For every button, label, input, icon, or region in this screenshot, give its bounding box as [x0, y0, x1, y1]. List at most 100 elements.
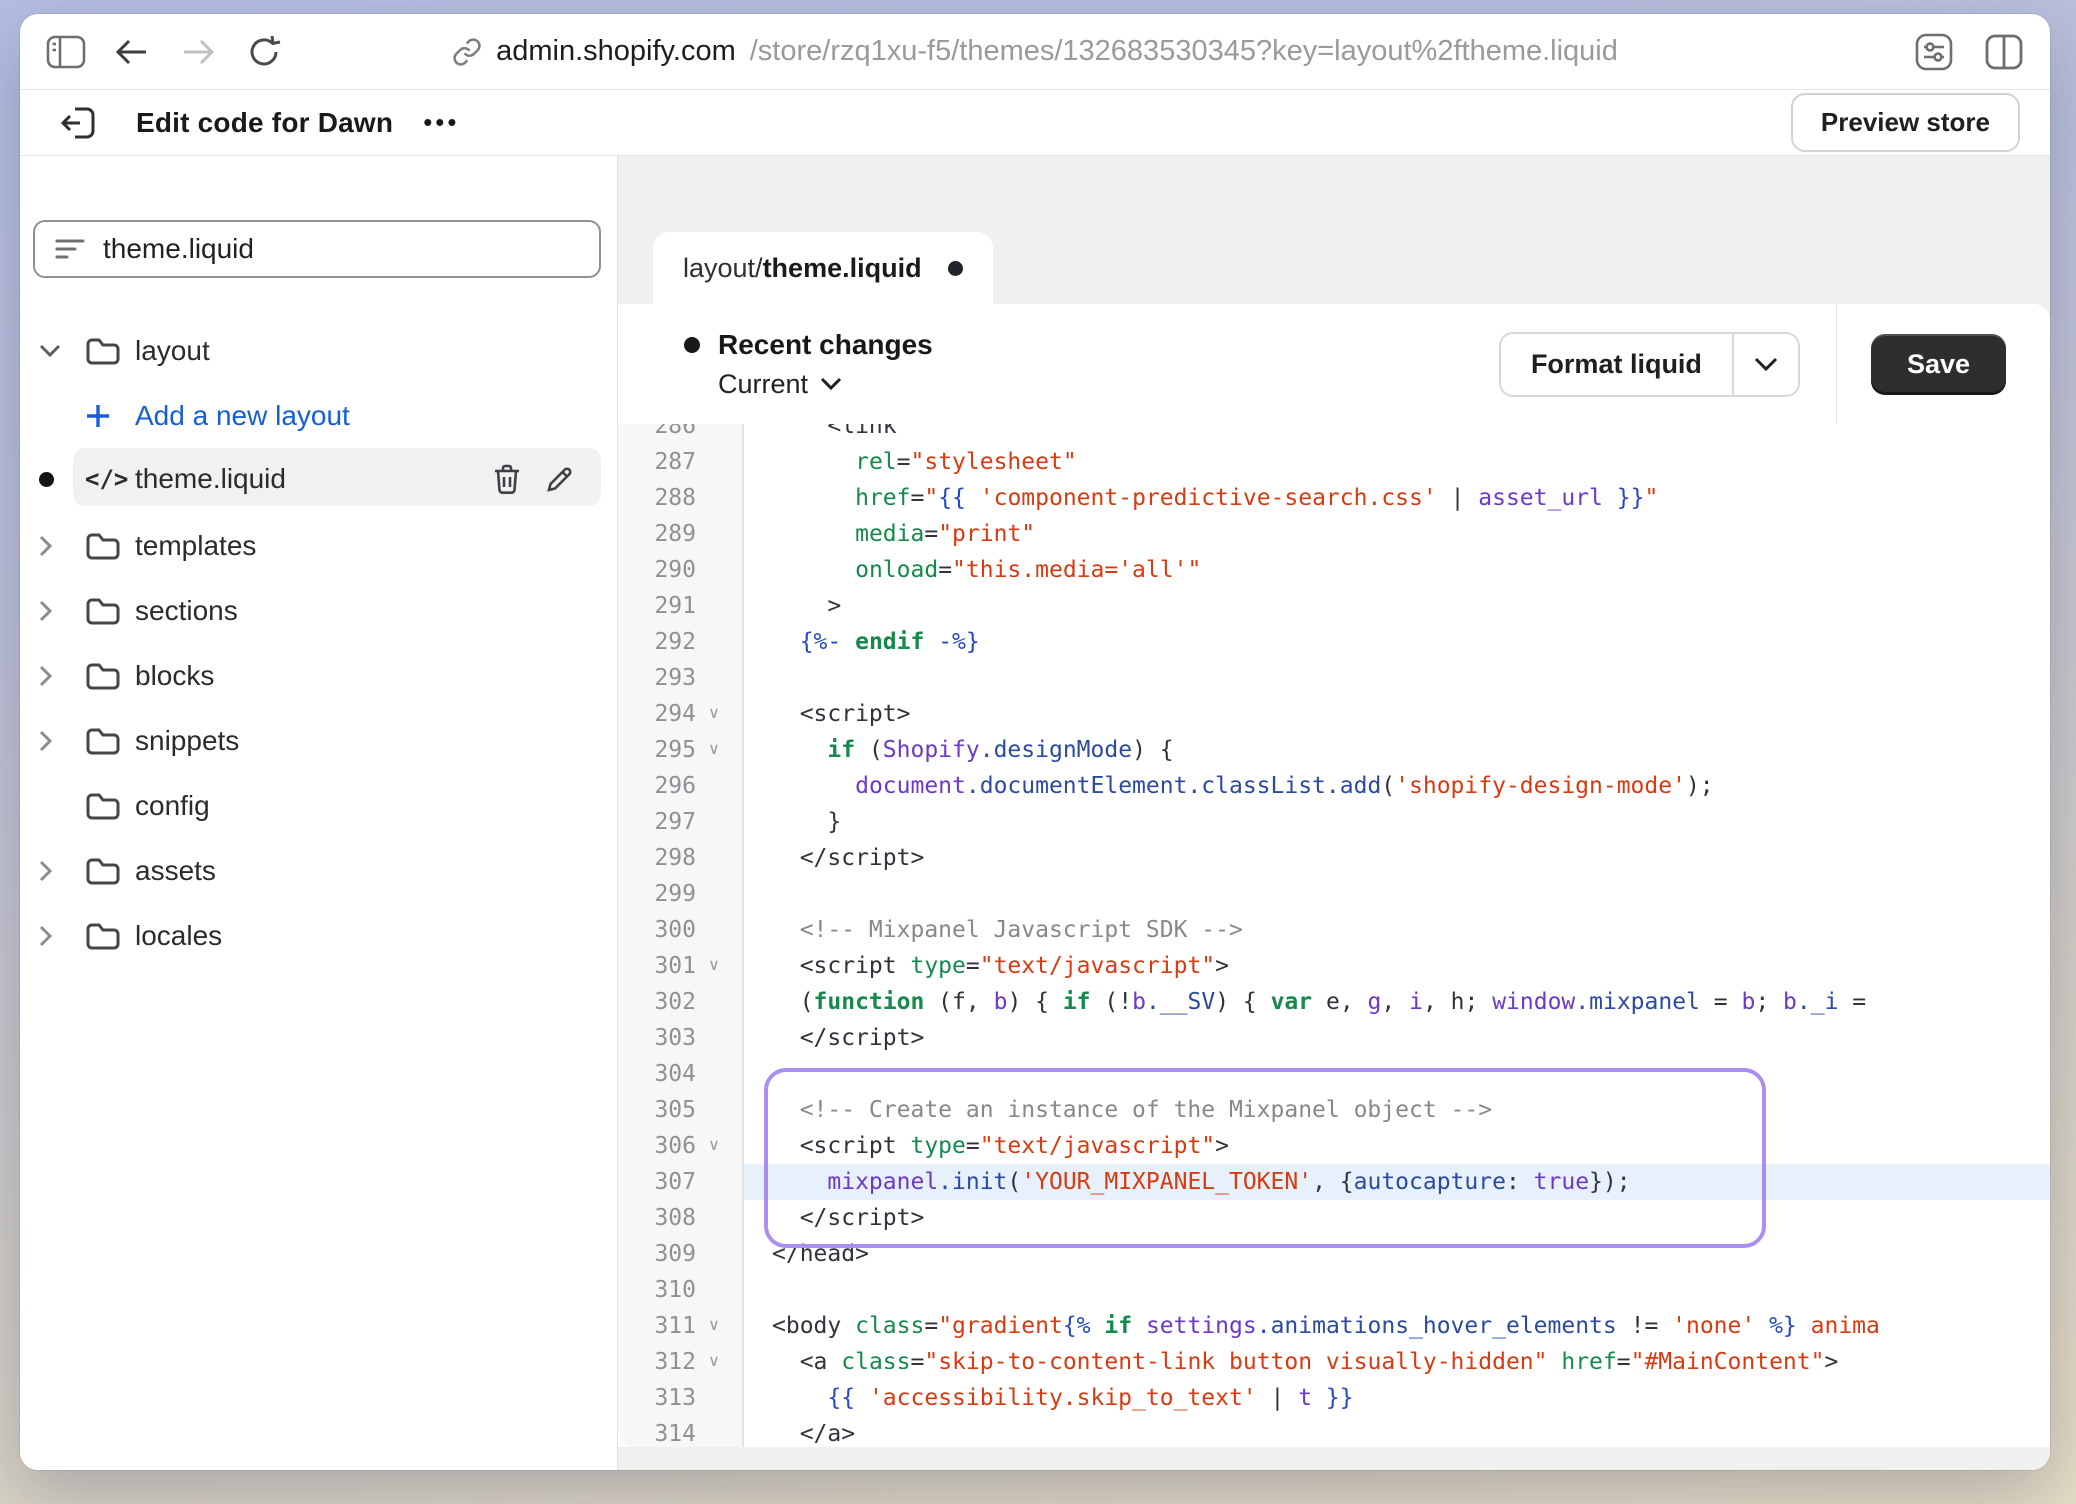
tree-row-marker [39, 600, 85, 622]
page-title: Edit code for Dawn [136, 107, 393, 139]
sidebar-file-theme-liquid[interactable]: </>theme.liquid [33, 448, 601, 510]
more-actions-button[interactable]: ••• [423, 107, 459, 138]
chevron-right-icon[interactable] [39, 860, 53, 882]
chevron-right-icon[interactable] [39, 730, 53, 752]
url-host: admin.shopify.com [496, 35, 736, 68]
line-number-299: 299 [618, 876, 742, 912]
chevron-down-icon[interactable] [39, 344, 61, 358]
editor-toolbar: Recent changes Current Format liquid [618, 304, 2050, 424]
line-number-297: 297 [618, 804, 742, 840]
code-line-300[interactable]: <!-- Mixpanel Javascript SDK --> [744, 912, 2050, 948]
address-bar[interactable]: admin.shopify.com/store/rzq1xu-f5/themes… [20, 35, 2050, 68]
code-line-287[interactable]: rel="stylesheet" [744, 444, 2050, 480]
line-number-309: 309 [618, 1236, 742, 1272]
folder-icon [85, 856, 121, 886]
reload-icon[interactable] [242, 30, 286, 74]
fold-toggle-icon[interactable]: ∨ [696, 696, 732, 732]
code-line-304[interactable] [744, 1056, 2050, 1092]
code-line-292[interactable]: {%- endif -%} [744, 624, 2050, 660]
file-search-input[interactable]: theme.liquid [33, 220, 601, 278]
sidebar-folder-snippets[interactable]: snippets [33, 708, 601, 773]
fold-toggle-icon[interactable]: ∨ [696, 732, 732, 768]
line-number-313: 313 [618, 1380, 742, 1416]
back-icon[interactable] [110, 30, 154, 74]
fold-toggle-icon[interactable]: ∨ [696, 1308, 732, 1344]
chevron-right-icon[interactable] [39, 665, 53, 687]
line-number-289: 289 [618, 516, 742, 552]
code-line-297[interactable]: } [744, 804, 2050, 840]
fold-toggle-icon[interactable]: ∨ [696, 1344, 732, 1380]
sidebar-folder-blocks[interactable]: blocks [33, 643, 601, 708]
code-line-311[interactable]: <body class="gradient{% if settings.anim… [744, 1308, 2050, 1344]
sidebar-folder-sections[interactable]: sections [33, 578, 601, 643]
desktop-background: admin.shopify.com/store/rzq1xu-f5/themes… [0, 0, 2076, 1504]
format-liquid-label[interactable]: Format liquid [1501, 334, 1732, 395]
fold-toggle-icon[interactable]: ∨ [696, 948, 732, 984]
exit-editor-icon[interactable] [60, 104, 98, 142]
line-number-294: 294∨ [618, 696, 742, 732]
code-line-305[interactable]: <!-- Create an instance of the Mixpanel … [744, 1092, 2050, 1128]
split-view-icon[interactable] [1982, 30, 2026, 74]
code-line-303[interactable]: </script> [744, 1020, 2050, 1056]
trash-button[interactable] [493, 464, 521, 494]
tree-item-label: assets [135, 855, 216, 887]
code-line-308[interactable]: </script> [744, 1200, 2050, 1236]
code-line-288[interactable]: href="{{ 'component-predictive-search.cs… [744, 480, 2050, 516]
format-options-chevron[interactable] [1732, 334, 1798, 395]
chevron-down-icon [820, 377, 842, 391]
code-line-293[interactable] [744, 660, 2050, 696]
code-line-302[interactable]: (function (f, b) { if (!b.__SV) { var e,… [744, 984, 2050, 1020]
code-line-286[interactable]: <link [744, 424, 2050, 444]
code-line-307[interactable]: mixpanel.init('YOUR_MIXPANEL_TOKEN', {au… [744, 1164, 2050, 1200]
line-number-307: 307 [618, 1164, 742, 1200]
pencil-icon[interactable] [545, 464, 575, 494]
code-line-291[interactable]: > [744, 588, 2050, 624]
code-line-298[interactable]: </script> [744, 840, 2050, 876]
file-tree: layoutAdd a new layout</>theme.liquidtem… [33, 318, 601, 968]
format-liquid-button[interactable]: Format liquid [1499, 332, 1800, 397]
chevron-right-icon[interactable] [39, 535, 53, 557]
browser-settings-icon[interactable] [1912, 30, 1956, 74]
sidebar-folder-layout[interactable]: layout [33, 318, 601, 383]
chevron-down-icon [1754, 357, 1778, 372]
sidebar-folder-config[interactable]: config [33, 773, 601, 838]
sidebar-folder-templates[interactable]: templates [33, 513, 601, 578]
code-line-295[interactable]: if (Shopify.designMode) { [744, 732, 2050, 768]
code-line-290[interactable]: onload="this.media='all'" [744, 552, 2050, 588]
code-line-289[interactable]: media="print" [744, 516, 2050, 552]
save-button[interactable]: Save [1871, 334, 2006, 395]
line-number-293: 293 [618, 660, 742, 696]
sidebar-toggle-icon[interactable] [44, 30, 88, 74]
fold-toggle-icon[interactable]: ∨ [696, 1128, 732, 1164]
preview-store-button[interactable]: Preview store [1791, 93, 2020, 152]
code-pane[interactable]: <link rel="stylesheet" href="{{ 'compone… [744, 424, 2050, 1447]
pencil-button[interactable] [545, 464, 575, 494]
version-dropdown[interactable]: Current [718, 369, 933, 400]
tree-row-marker [39, 860, 85, 882]
line-number-308: 308 [618, 1200, 742, 1236]
code-line-294[interactable]: <script> [744, 696, 2050, 732]
chevron-right-icon[interactable] [39, 600, 53, 622]
code-line-314[interactable]: </a> [744, 1416, 2050, 1447]
add-new-layout-link[interactable]: Add a new layout [33, 383, 601, 448]
forward-icon[interactable] [176, 30, 220, 74]
tab-label: layout/theme.liquid [683, 253, 922, 284]
code-editor[interactable]: 286287288289290291292293294∨295∨29629729… [618, 424, 2050, 1447]
code-line-299[interactable] [744, 876, 2050, 912]
code-line-313[interactable]: {{ 'accessibility.skip_to_text' | t }} [744, 1380, 2050, 1416]
code-line-306[interactable]: <script type="text/javascript"> [744, 1128, 2050, 1164]
code-line-309[interactable]: </head> [744, 1236, 2050, 1272]
sidebar-folder-locales[interactable]: locales [33, 903, 601, 968]
line-number-311: 311∨ [618, 1308, 742, 1344]
line-number-290: 290 [618, 552, 742, 588]
unsaved-dot-icon [948, 261, 963, 276]
code-line-310[interactable] [744, 1272, 2050, 1308]
chevron-right-icon[interactable] [39, 925, 53, 947]
code-line-312[interactable]: <a class="skip-to-content-link button vi… [744, 1344, 2050, 1380]
code-line-301[interactable]: <script type="text/javascript"> [744, 948, 2050, 984]
code-line-296[interactable]: document.documentElement.classList.add('… [744, 768, 2050, 804]
sidebar-folder-assets[interactable]: assets [33, 838, 601, 903]
tab-layout-theme-liquid[interactable]: layout/theme.liquid [653, 232, 993, 304]
line-number-303: 303 [618, 1020, 742, 1056]
trash-icon[interactable] [493, 464, 521, 494]
